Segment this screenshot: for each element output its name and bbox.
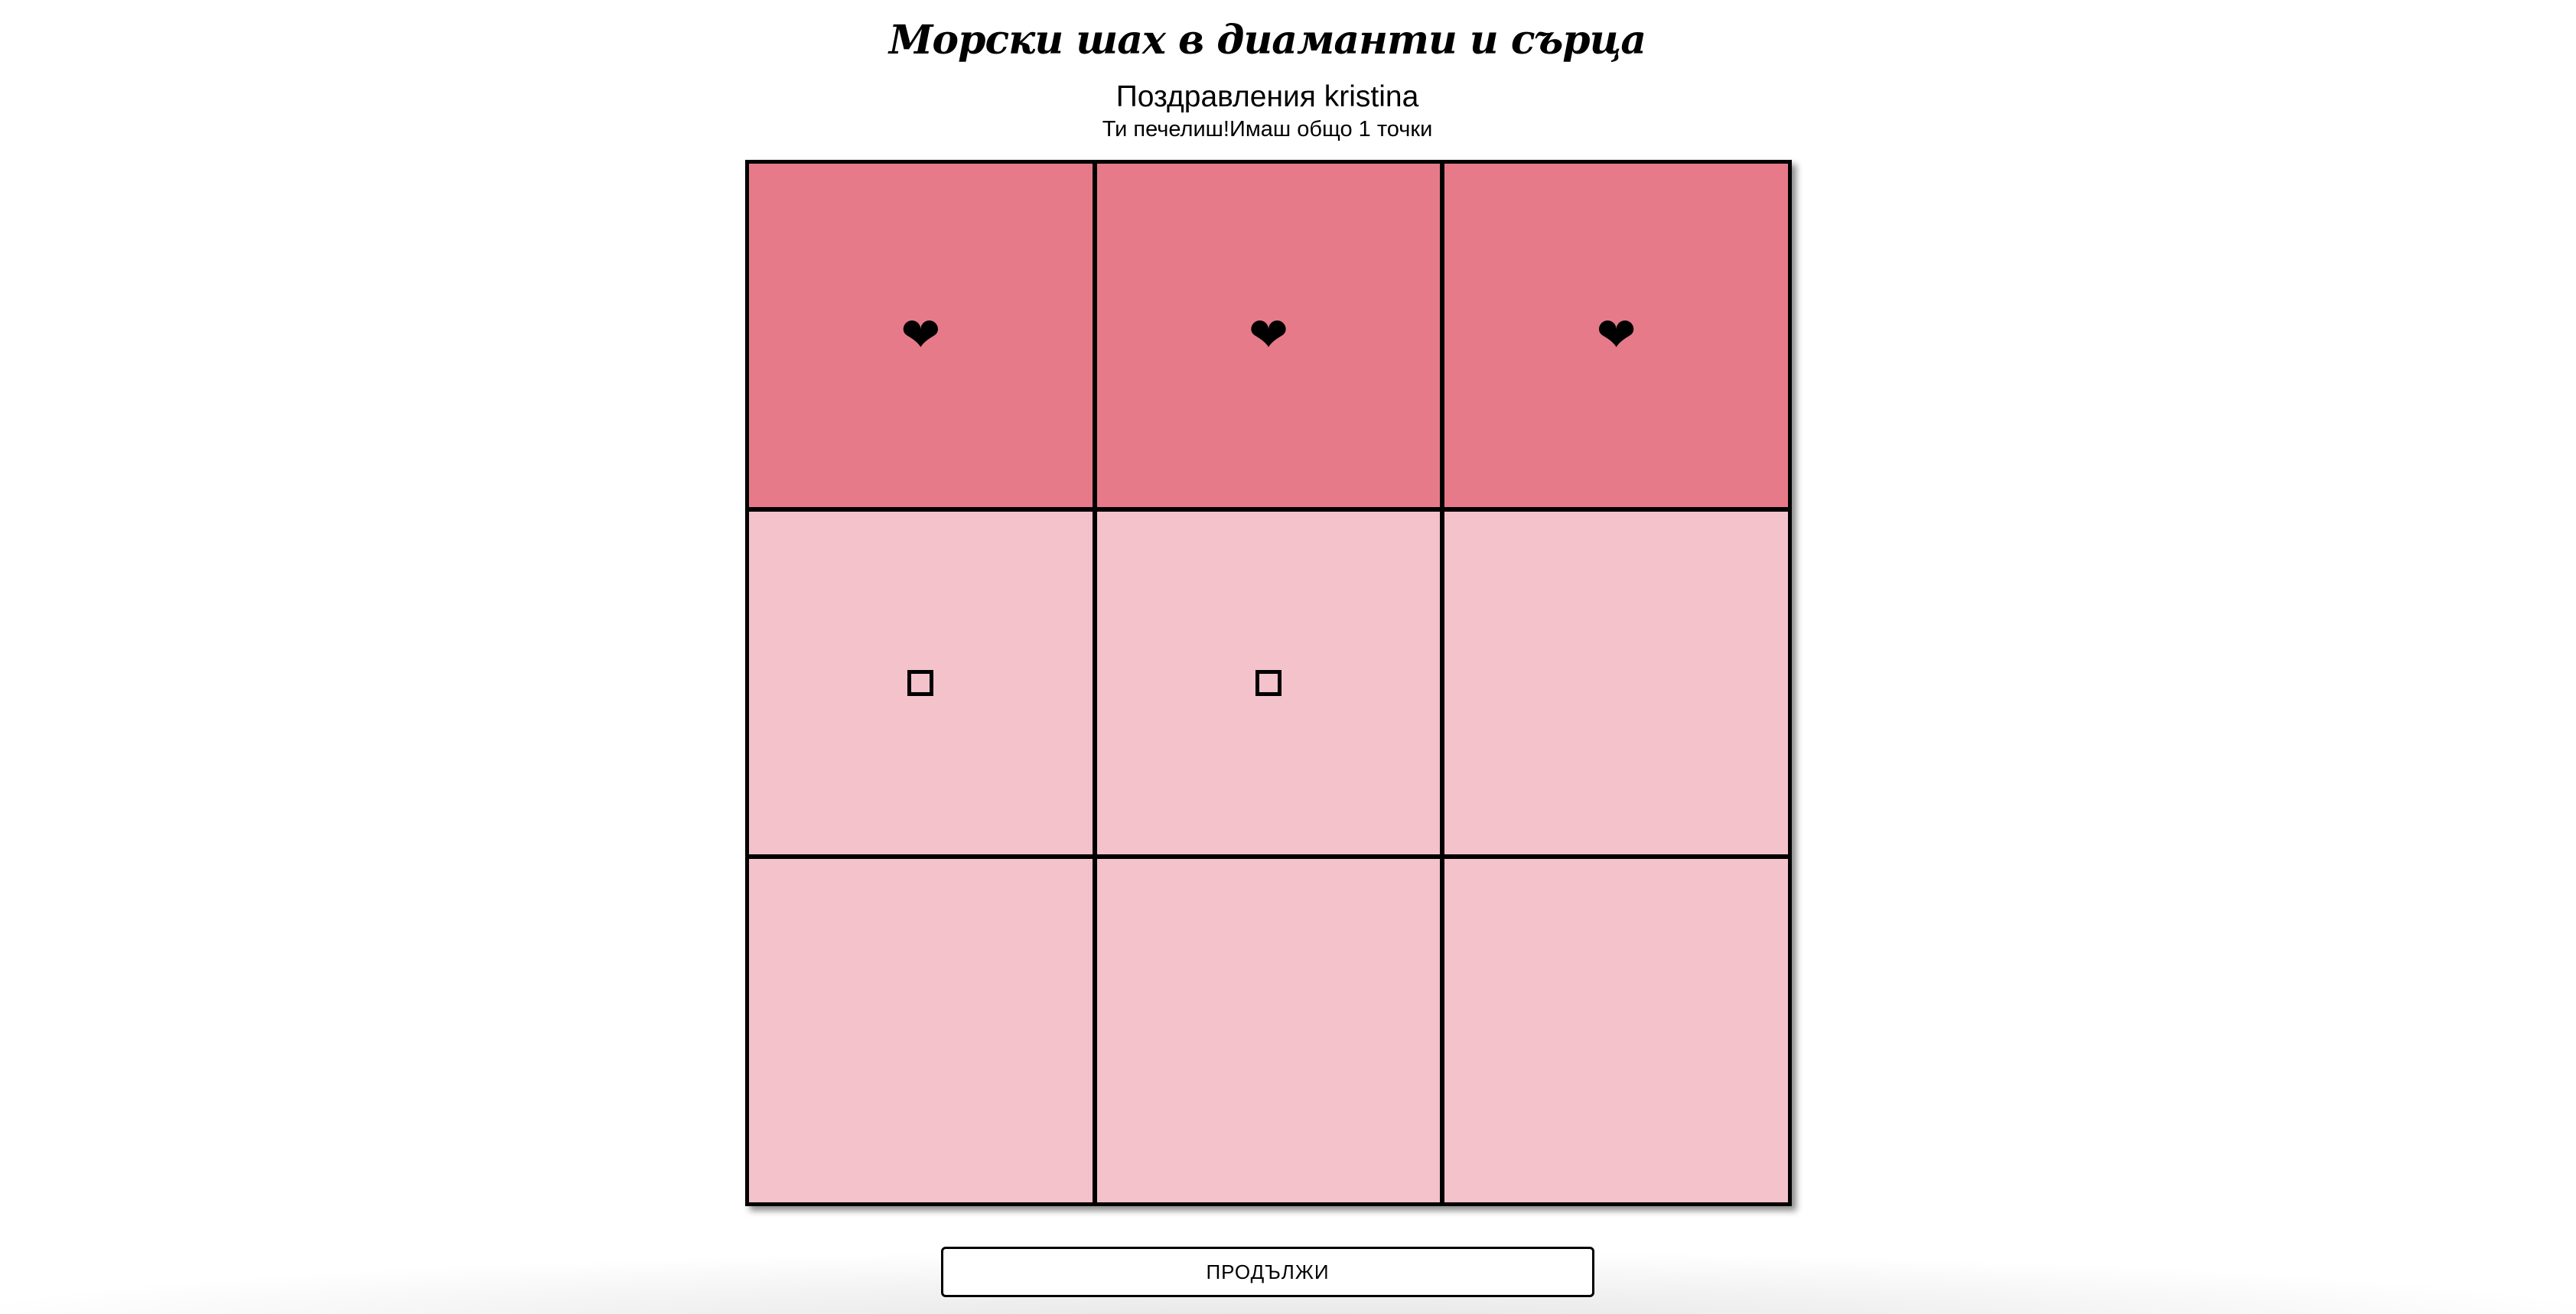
board-cell-9[interactable] <box>1444 859 1788 1202</box>
result-text: Ти печелиш!Имаш общо 1 точки <box>1102 117 1433 141</box>
board-cell-6[interactable] <box>1444 511 1788 855</box>
heart-icon: ❤ <box>1596 307 1636 363</box>
game-page: Морски шах в диаманти и сърца Поздравлен… <box>0 0 2576 1314</box>
diamond-square-icon <box>1255 669 1281 696</box>
page-title: Морски шах в диаманти и сърца <box>888 17 1646 63</box>
heart-icon: ❤ <box>1249 307 1288 363</box>
board-cell-7[interactable] <box>749 859 1093 1202</box>
congratulations-text: Поздравления kristina <box>1115 80 1419 113</box>
board-cell-8[interactable] <box>1096 859 1441 1202</box>
continue-button[interactable]: ПРОДЪЛЖИ <box>941 1247 1594 1297</box>
board-cell-1[interactable]: ❤ <box>749 164 1093 507</box>
board-cell-5[interactable] <box>1096 511 1441 855</box>
game-board: ❤ ❤ ❤ <box>745 160 1792 1206</box>
diamond-square-icon <box>907 669 934 696</box>
board-cell-4[interactable] <box>749 511 1093 855</box>
board-cell-3[interactable]: ❤ <box>1444 164 1788 507</box>
heart-icon: ❤ <box>900 307 941 363</box>
board-cell-2[interactable]: ❤ <box>1096 164 1441 507</box>
